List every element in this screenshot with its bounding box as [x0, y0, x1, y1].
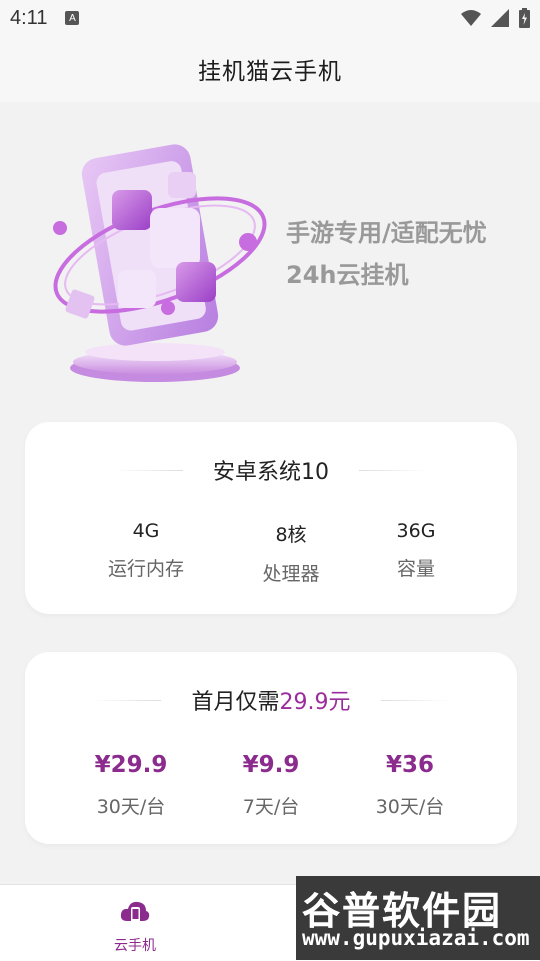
signal-icon: [491, 9, 509, 27]
status-bar: 4:11 A: [0, 0, 540, 36]
cloud-phone-illustration: [53, 144, 267, 382]
spec-processor: 8核 处理器: [231, 520, 351, 586]
plan-price: ¥29.9: [94, 752, 168, 778]
price-title: 首月仅需29.9元: [191, 684, 350, 716]
plan-30-day-standard[interactable]: ¥36 30天/台: [350, 752, 470, 819]
hero-line-2: 24h云挂机: [286, 261, 409, 289]
status-right: [461, 8, 530, 28]
watermark-logo: 谷普软件园 www.gupuxiazai.com: [296, 876, 540, 960]
plan-7-day[interactable]: ¥9.9 7天/台: [211, 752, 331, 819]
spec-title: 安卓系统10: [213, 460, 329, 485]
divider-left: [113, 469, 183, 471]
wifi-icon: [461, 10, 481, 26]
status-left: 4:11 A: [10, 6, 80, 30]
tab-cloud-phone[interactable]: 云手机: [95, 899, 175, 955]
tab-label: 云手机: [114, 938, 156, 954]
spec-memory: 4G 运行内存: [86, 520, 206, 581]
plan-duration: 30天/台: [96, 796, 166, 818]
plan-price: ¥9.9: [242, 752, 300, 778]
plan-price: ¥36: [385, 752, 434, 778]
hero-slogan: 手游专用/适配无忧 24h云挂机: [286, 212, 526, 296]
hero-banner: 手游专用/适配无忧 24h云挂机: [0, 110, 540, 410]
hero-line-1: 手游专用/适配无忧: [286, 219, 487, 247]
plan-duration: 30天/台: [375, 796, 445, 818]
price-title-prefix: 首月仅需: [191, 690, 280, 715]
price-card: 首月仅需29.9元 ¥29.9 30天/台 ¥9.9 7天/台 ¥36 30天/…: [25, 652, 517, 844]
watermark-url: www.gupuxiazai.com: [302, 926, 530, 950]
status-time: 4:11: [10, 6, 48, 29]
spec-value: 36G: [396, 520, 436, 542]
spec-value: 8核: [275, 524, 307, 546]
divider-right: [380, 699, 451, 701]
spec-value: 4G: [132, 520, 160, 542]
spec-storage: 36G 容量: [356, 520, 476, 581]
price-title-amount: 29.9元: [279, 690, 351, 715]
plan-duration: 7天/台: [242, 796, 300, 818]
spec-card: 安卓系统10 4G 运行内存 8核 处理器 36G 容量: [25, 422, 517, 614]
divider-left: [91, 699, 162, 701]
cloud-phone-icon: [120, 901, 150, 923]
battery-icon: [519, 8, 530, 28]
spec-label: 运行内存: [107, 558, 184, 580]
price-title-row: 首月仅需29.9元: [25, 684, 517, 716]
app-header: 挂机猫云手机: [0, 36, 540, 102]
spec-label: 容量: [396, 558, 435, 580]
page-title: 挂机猫云手机: [198, 59, 342, 85]
notification-icon: A: [65, 11, 80, 25]
spec-title-row: 安卓系统10: [25, 454, 517, 486]
plan-30-day[interactable]: ¥29.9 30天/台: [71, 752, 191, 819]
spec-label: 处理器: [262, 563, 320, 585]
divider-right: [359, 469, 429, 471]
